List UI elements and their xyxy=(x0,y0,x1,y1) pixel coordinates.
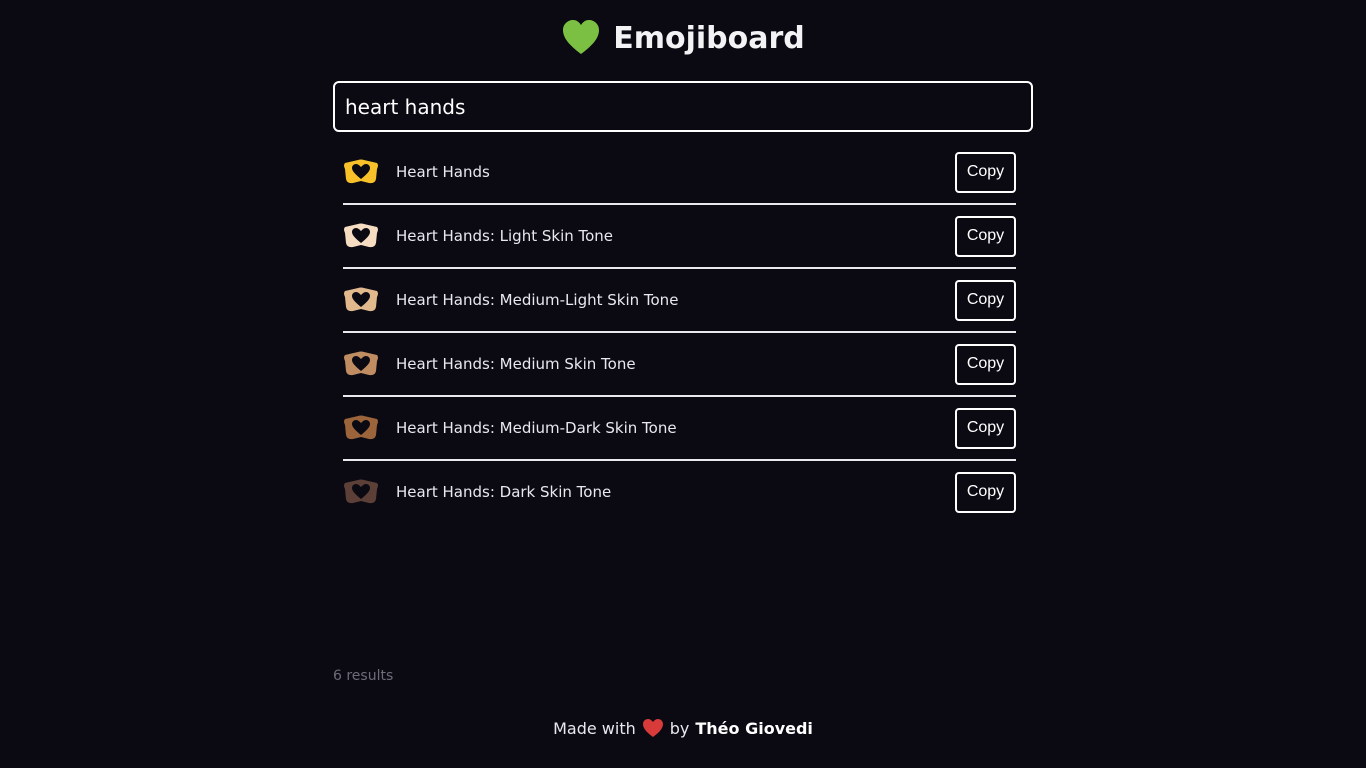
result-label: Heart Hands: Dark Skin Tone xyxy=(396,483,612,501)
result-label: Heart Hands: Light Skin Tone xyxy=(396,227,614,245)
result-row: Heart Hands: Medium-Light Skin Tone Copy xyxy=(343,269,1016,333)
result-label: Heart Hands xyxy=(396,163,490,181)
search-box[interactable] xyxy=(333,81,1033,132)
footer-by: by xyxy=(669,718,690,738)
emojiboard-page: Emojiboard Heart Hands Copy Heart Hands:… xyxy=(0,0,1366,768)
copy-button[interactable]: Copy xyxy=(955,343,1016,385)
search-input[interactable] xyxy=(335,83,1031,130)
result-row: Heart Hands: Dark Skin Tone Copy xyxy=(343,461,1016,523)
app-header: Emojiboard xyxy=(0,18,1366,58)
result-label: Heart Hands: Medium Skin Tone xyxy=(396,355,636,373)
footer-prefix: Made with xyxy=(553,718,636,738)
heart-hands-medium-skin-icon xyxy=(343,349,379,379)
heart-hands-medium-dark-skin-icon xyxy=(343,413,379,443)
result-row: Heart Hands: Medium-Dark Skin Tone Copy xyxy=(343,397,1016,461)
footer-author: Théo Giovedi xyxy=(695,718,813,738)
app-title: Emojiboard xyxy=(613,20,805,56)
copy-button[interactable]: Copy xyxy=(955,407,1016,449)
result-label: Heart Hands: Medium-Light Skin Tone xyxy=(396,291,679,309)
result-row: Heart Hands Copy xyxy=(343,141,1016,205)
copy-button[interactable]: Copy xyxy=(955,279,1016,321)
result-count: 6 results xyxy=(333,668,394,684)
red-heart-icon xyxy=(642,718,664,738)
results-list: Heart Hands Copy Heart Hands: Light Skin… xyxy=(343,141,1016,523)
copy-button[interactable]: Copy xyxy=(955,215,1016,257)
green-heart-icon xyxy=(561,18,601,58)
heart-hands-dark-skin-icon xyxy=(343,477,379,507)
result-row: Heart Hands: Medium Skin Tone Copy xyxy=(343,333,1016,397)
copy-button[interactable]: Copy xyxy=(955,471,1016,513)
copy-button[interactable]: Copy xyxy=(955,151,1016,193)
result-row: Heart Hands: Light Skin Tone Copy xyxy=(343,205,1016,269)
heart-hands-medium-light-skin-icon xyxy=(343,285,379,315)
result-label: Heart Hands: Medium-Dark Skin Tone xyxy=(396,419,677,437)
heart-hands-icon xyxy=(343,157,379,187)
heart-hands-light-skin-icon xyxy=(343,221,379,251)
footer: Made with by Théo Giovedi xyxy=(0,718,1366,738)
